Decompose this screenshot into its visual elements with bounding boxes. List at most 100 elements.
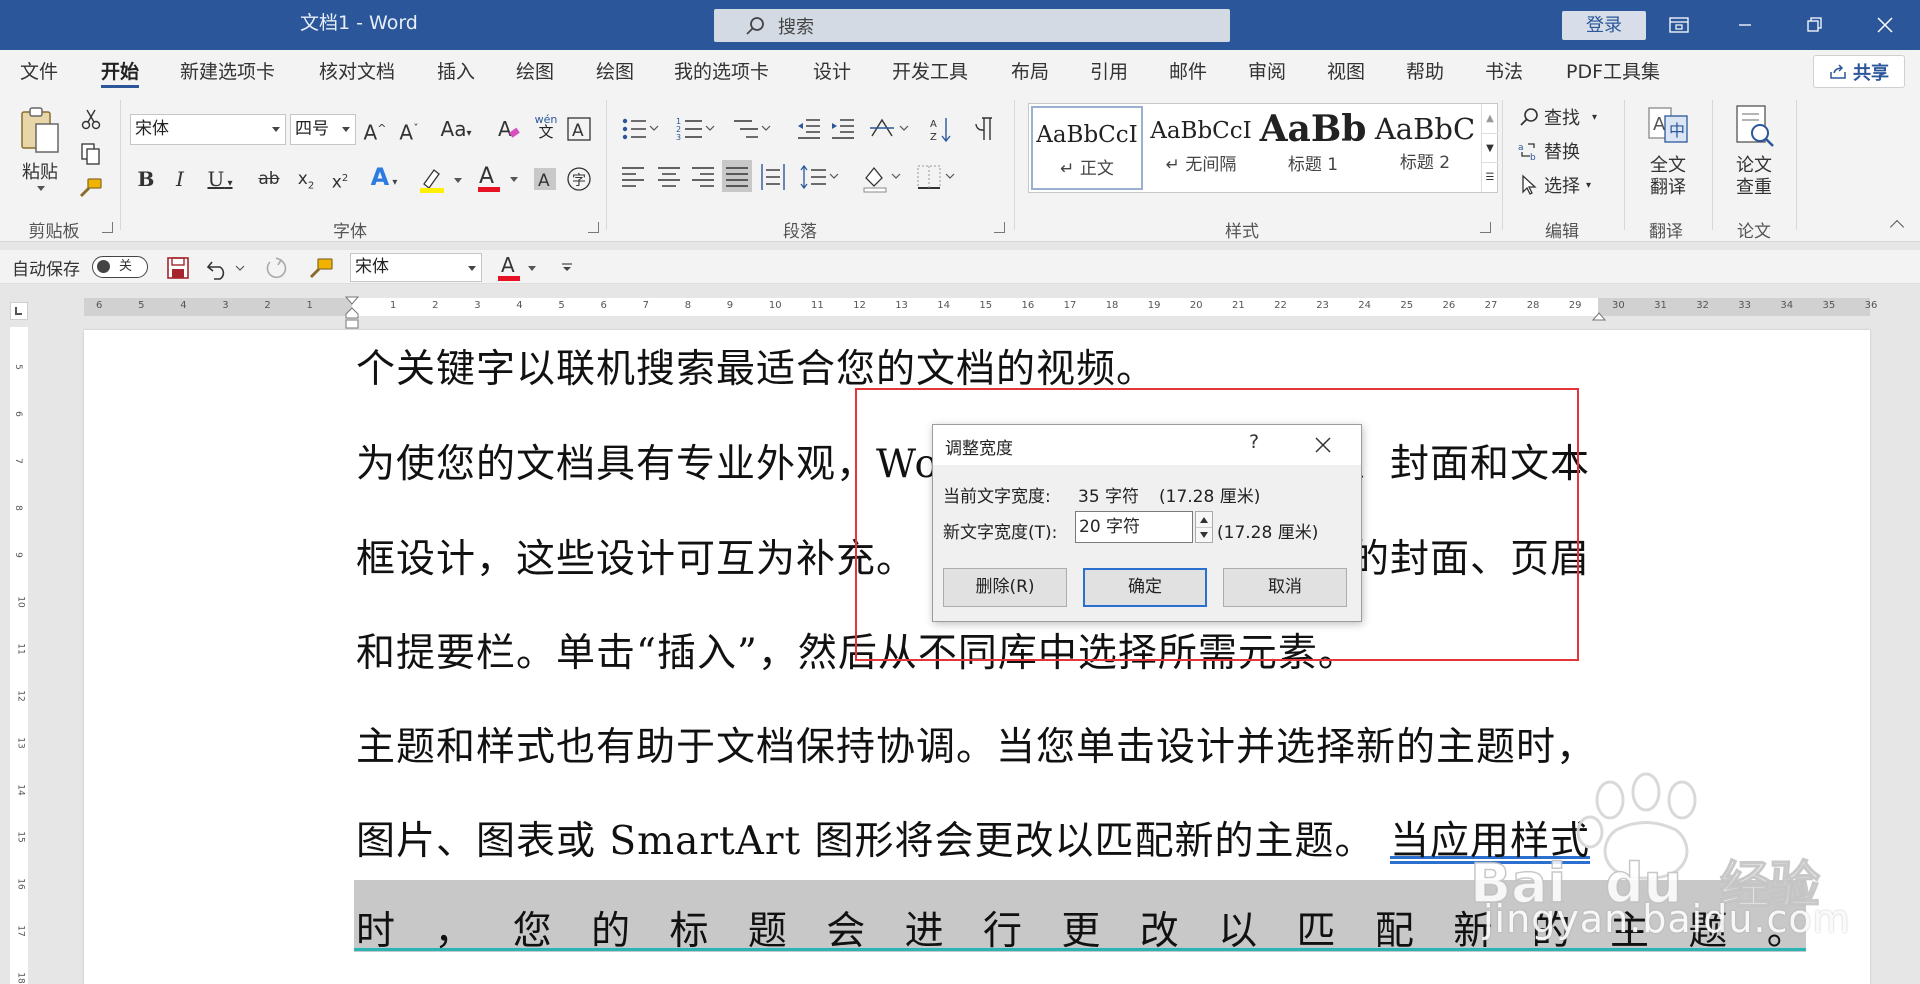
restore-button[interactable] bbox=[1782, 0, 1848, 50]
clear-formatting-icon[interactable]: A bbox=[496, 116, 522, 142]
find-button[interactable]: 查找 ▾ bbox=[1518, 104, 1597, 130]
paste-button[interactable]: 粘贴 bbox=[18, 104, 70, 194]
sort-icon[interactable]: AZ bbox=[930, 118, 951, 143]
phonetic-guide-button[interactable]: wén 文 bbox=[534, 113, 558, 140]
font-launcher-icon[interactable] bbox=[588, 222, 599, 233]
shading-icon[interactable] bbox=[863, 166, 901, 193]
cut-icon[interactable] bbox=[80, 108, 102, 130]
tab-draw-2[interactable]: 绘图 bbox=[596, 50, 634, 92]
indent-marker-icon[interactable] bbox=[344, 296, 360, 332]
save-icon[interactable] bbox=[166, 256, 190, 280]
tab-layout[interactable]: 布局 bbox=[1011, 50, 1049, 92]
superscript-button[interactable]: x2 bbox=[328, 164, 352, 198]
character-shading-icon[interactable]: A bbox=[532, 166, 558, 192]
format-painter-icon[interactable] bbox=[308, 255, 336, 281]
customize-qat-icon[interactable] bbox=[560, 262, 574, 274]
undo-icon[interactable] bbox=[206, 256, 246, 280]
enclose-characters-icon[interactable]: 字 bbox=[566, 166, 592, 192]
login-button[interactable]: 登录 bbox=[1562, 11, 1646, 40]
bullets-icon[interactable] bbox=[622, 118, 659, 140]
select-button[interactable]: 选择 ▾ bbox=[1518, 172, 1591, 198]
tab-draw-1[interactable]: 绘图 bbox=[516, 50, 554, 92]
tab-calligraphy[interactable]: 书法 bbox=[1485, 50, 1523, 92]
qat-font-color-button[interactable]: A bbox=[496, 253, 540, 283]
tab-check-document[interactable]: 核对文档 bbox=[319, 50, 395, 92]
close-button[interactable] bbox=[1852, 0, 1918, 50]
vertical-ruler[interactable]: 5 6 7 8 9 10 11 12 13 14 15 16 17 18 bbox=[10, 327, 28, 984]
new-width-spinner[interactable] bbox=[1195, 511, 1213, 543]
tab-references[interactable]: 引用 bbox=[1090, 50, 1128, 92]
tab-mailings[interactable]: 邮件 bbox=[1169, 50, 1207, 92]
distributed-icon[interactable] bbox=[761, 164, 785, 190]
copy-icon[interactable] bbox=[80, 142, 102, 166]
tab-my-tab[interactable]: 我的选项卡 bbox=[674, 50, 769, 92]
tab-file[interactable]: 文件 bbox=[20, 50, 58, 92]
show-formatting-marks-icon[interactable] bbox=[975, 117, 992, 140]
dialog-help-button[interactable]: ? bbox=[1249, 431, 1259, 453]
italic-button[interactable]: I bbox=[168, 164, 192, 194]
ribbon-display-options-button[interactable] bbox=[1646, 0, 1712, 50]
ok-button[interactable]: 确定 bbox=[1083, 568, 1207, 607]
close-icon[interactable] bbox=[1311, 433, 1335, 457]
justify-icon[interactable] bbox=[722, 160, 752, 192]
new-width-input[interactable]: 20 字符 bbox=[1075, 511, 1193, 543]
style-normal[interactable]: AaBbCcI ↵ 正文 bbox=[1031, 106, 1143, 190]
highlight-color-button[interactable] bbox=[418, 166, 464, 194]
tab-view[interactable]: 视图 bbox=[1327, 50, 1365, 92]
align-right-icon[interactable] bbox=[692, 167, 714, 187]
align-left-icon[interactable] bbox=[622, 167, 644, 187]
autosave-toggle[interactable]: 关 bbox=[92, 256, 148, 278]
multilevel-list-icon[interactable] bbox=[734, 120, 771, 138]
tab-review[interactable]: 审阅 bbox=[1248, 50, 1286, 92]
share-button[interactable]: 共享 bbox=[1813, 55, 1905, 88]
search-box[interactable]: 搜索 bbox=[714, 9, 1230, 42]
tab-new-tab[interactable]: 新建选项卡 bbox=[180, 50, 275, 92]
chinese-layout-icon[interactable] bbox=[870, 118, 909, 137]
styles-more-icon[interactable]: ☰ bbox=[1482, 162, 1498, 191]
tab-design[interactable]: 设计 bbox=[813, 50, 851, 92]
strikethrough-button[interactable]: ab bbox=[254, 164, 284, 194]
tab-home[interactable]: 开始 bbox=[101, 50, 140, 92]
underline-button[interactable]: U ▾ bbox=[200, 164, 240, 199]
delete-button[interactable]: 删除(R) bbox=[943, 568, 1067, 607]
line-spacing-icon[interactable] bbox=[800, 164, 839, 190]
style-no-spacing[interactable]: AaBbCcI ↵ 无间隔 bbox=[1145, 104, 1257, 192]
spin-up-icon[interactable] bbox=[1200, 517, 1208, 523]
format-painter-icon[interactable] bbox=[78, 176, 104, 200]
decrease-indent-icon[interactable] bbox=[798, 119, 820, 139]
replace-button[interactable]: ab 替换 bbox=[1518, 138, 1580, 164]
full-translate-button[interactable]: A中 全文 翻译 bbox=[1640, 104, 1696, 202]
numbering-icon[interactable]: 123 bbox=[676, 117, 715, 142]
paper-check-button[interactable]: 论文 查重 bbox=[1726, 104, 1782, 202]
cancel-button[interactable]: 取消 bbox=[1223, 568, 1347, 607]
font-size-combo[interactable]: 四号 bbox=[290, 114, 356, 145]
align-center-icon[interactable] bbox=[658, 167, 680, 187]
grow-font-button[interactable]: A^ bbox=[362, 114, 388, 148]
tab-developer[interactable]: 开发工具 bbox=[892, 50, 968, 92]
chevron-down-icon[interactable]: ▼ bbox=[1482, 133, 1498, 162]
clipboard-launcher-icon[interactable] bbox=[102, 222, 113, 233]
tab-pdf-tools[interactable]: PDF工具集 bbox=[1566, 50, 1660, 92]
change-case-button[interactable]: Aa▾ bbox=[436, 114, 476, 149]
style-heading-2[interactable]: AaBbC 标题 2 bbox=[1369, 104, 1481, 192]
chevron-up-icon[interactable]: ▲ bbox=[1482, 104, 1498, 133]
increase-indent-icon[interactable] bbox=[832, 119, 854, 139]
font-color-button[interactable]: A bbox=[476, 163, 520, 195]
shrink-font-button[interactable]: Aˇ bbox=[396, 114, 422, 148]
bold-button[interactable]: B bbox=[134, 164, 158, 194]
spin-down-icon[interactable] bbox=[1200, 532, 1208, 538]
character-border-icon[interactable]: A bbox=[566, 116, 592, 142]
tab-insert[interactable]: 插入 bbox=[437, 50, 475, 92]
subscript-button[interactable]: x2 bbox=[294, 164, 318, 201]
style-heading-1[interactable]: AaBb 标题 1 bbox=[1257, 104, 1369, 192]
tab-help[interactable]: 帮助 bbox=[1406, 50, 1444, 92]
text-effects-button[interactable]: A ▾ bbox=[364, 162, 404, 198]
styles-launcher-icon[interactable] bbox=[1480, 222, 1491, 233]
qat-font-combo[interactable]: 宋体 bbox=[350, 253, 482, 282]
right-indent-marker-icon[interactable] bbox=[1592, 310, 1606, 322]
borders-icon[interactable] bbox=[917, 165, 955, 189]
paragraph-launcher-icon[interactable] bbox=[994, 222, 1005, 233]
font-name-combo[interactable]: 宋体 bbox=[130, 114, 286, 145]
minimize-button[interactable] bbox=[1712, 0, 1778, 50]
redo-icon[interactable] bbox=[264, 256, 290, 282]
